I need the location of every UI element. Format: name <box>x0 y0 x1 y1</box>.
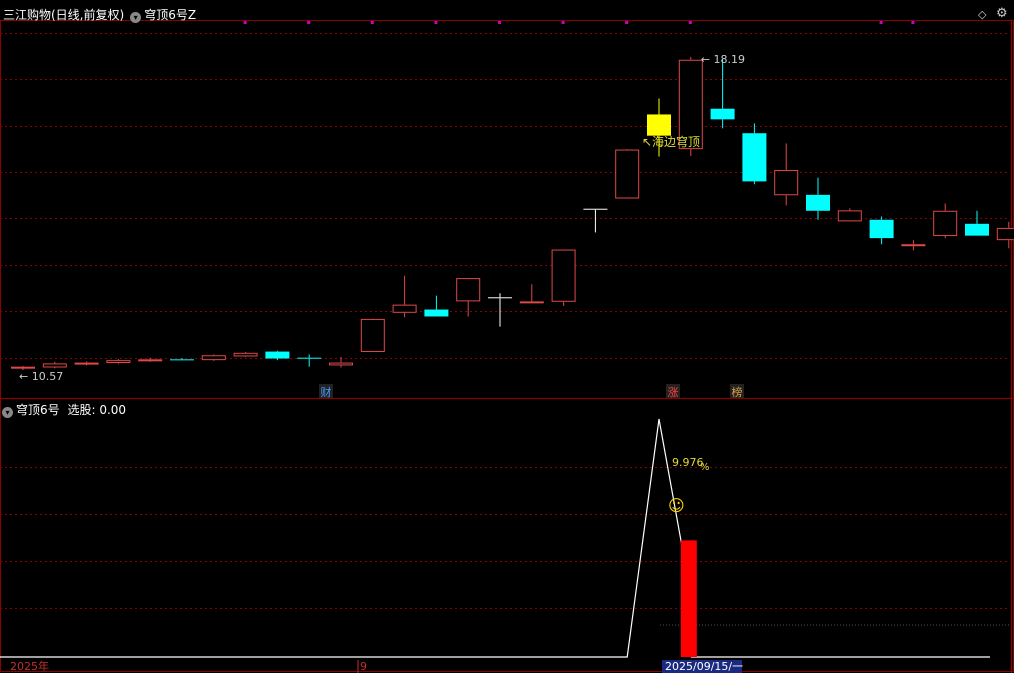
smiley-icon: ☺ <box>668 496 685 515</box>
candle-body-23 <box>742 133 767 182</box>
low-price-label: ← 10.57 <box>19 370 63 383</box>
main-header: 三江购物(日线,前复权) ▾ 穹顶6号Z <box>3 6 196 23</box>
sub-indicator-value: 选股: 0.00 <box>67 403 127 417</box>
candle-body-8 <box>265 351 290 359</box>
settings-gear-icon[interactable]: ⚙ <box>996 6 1008 21</box>
pct-label: 9.976 <box>672 456 704 469</box>
candle-body-6 <box>201 355 226 361</box>
candle-body-10 <box>329 362 353 366</box>
badge-2: 榜 <box>732 385 743 399</box>
top-marker-5 <box>561 21 565 24</box>
candle-body-30 <box>965 223 989 236</box>
candle-body-16 <box>519 301 544 304</box>
candle-body-12 <box>392 304 417 313</box>
candle-body-15 <box>488 297 512 299</box>
top-marker-9 <box>911 21 915 24</box>
signal-line <box>0 418 692 658</box>
candle-body-11 <box>360 318 385 352</box>
top-marker-0 <box>243 21 247 24</box>
stock-title[interactable]: 三江购物(日线,前复权) <box>3 8 124 22</box>
main-indicator-name[interactable]: 穹顶6号Z <box>144 8 196 22</box>
signal-bar <box>680 540 697 657</box>
sub-dropdown-icon[interactable]: ▾ <box>2 407 13 418</box>
axis-year-label: 2025年 <box>10 659 49 673</box>
candle-body-29 <box>933 210 958 237</box>
top-marker-4 <box>498 21 501 24</box>
sub-indicator-name[interactable]: 穹顶6号 <box>16 403 60 417</box>
candle-body-20 <box>647 114 671 136</box>
sub-header: ▾ 穹顶6号 选股: 0.00 <box>0 401 126 418</box>
top-marker-1 <box>307 21 311 24</box>
top-marker-6 <box>625 21 629 24</box>
candle-body-4 <box>138 359 163 362</box>
cursor-date-label: 2025/09/15/一 <box>665 660 743 673</box>
top-marker-7 <box>688 21 692 24</box>
diamond-icon[interactable]: ◇ <box>978 8 986 21</box>
indicator-dropdown-icon[interactable]: ▾ <box>130 12 142 23</box>
candle-body-1 <box>42 363 67 368</box>
candle-body-9 <box>297 357 322 359</box>
pct-unit-label: % <box>700 462 710 473</box>
top-marker-2 <box>370 21 374 24</box>
candle-body-26 <box>837 210 862 222</box>
candle-body-24 <box>774 169 799 196</box>
candle-body-2 <box>74 362 99 365</box>
candle-body-25 <box>806 194 830 211</box>
candle-body-7 <box>233 352 258 357</box>
candle-body-13 <box>424 309 449 317</box>
candle-body-17 <box>551 249 576 302</box>
kline-chart[interactable]: ← 18.19 ← 10.57 ↖海边穹顶财 涨 榜 9.976% ☺ 2025年 9 2025/… <box>0 0 1014 673</box>
candle-body-0 <box>11 366 35 369</box>
candle-body-14 <box>456 278 481 302</box>
candle-body-19 <box>615 149 640 199</box>
badge-1: 涨 <box>668 386 679 399</box>
annotation-label: ↖海边穹顶 <box>642 134 700 149</box>
candle-body-18 <box>583 208 608 210</box>
candle-body-31 <box>996 227 1014 241</box>
badge-0: 财 <box>321 385 332 399</box>
high-price-label: ← 18.19 <box>701 53 745 66</box>
app-window: ← 18.19 ← 10.57 ↖海边穹顶财 涨 榜 9.976% ☺ 2025年 9 2025/… <box>0 0 1014 673</box>
candle-body-22 <box>710 108 735 120</box>
top-marker-3 <box>434 21 438 24</box>
candle-body-5 <box>170 359 194 361</box>
chart-frame <box>0 20 1014 672</box>
top-marker-8 <box>879 21 883 24</box>
axis-month-label: 9 <box>360 660 367 673</box>
candle-body-3 <box>106 360 131 364</box>
candle-body-28 <box>901 244 926 247</box>
candle-body-27 <box>869 219 894 239</box>
